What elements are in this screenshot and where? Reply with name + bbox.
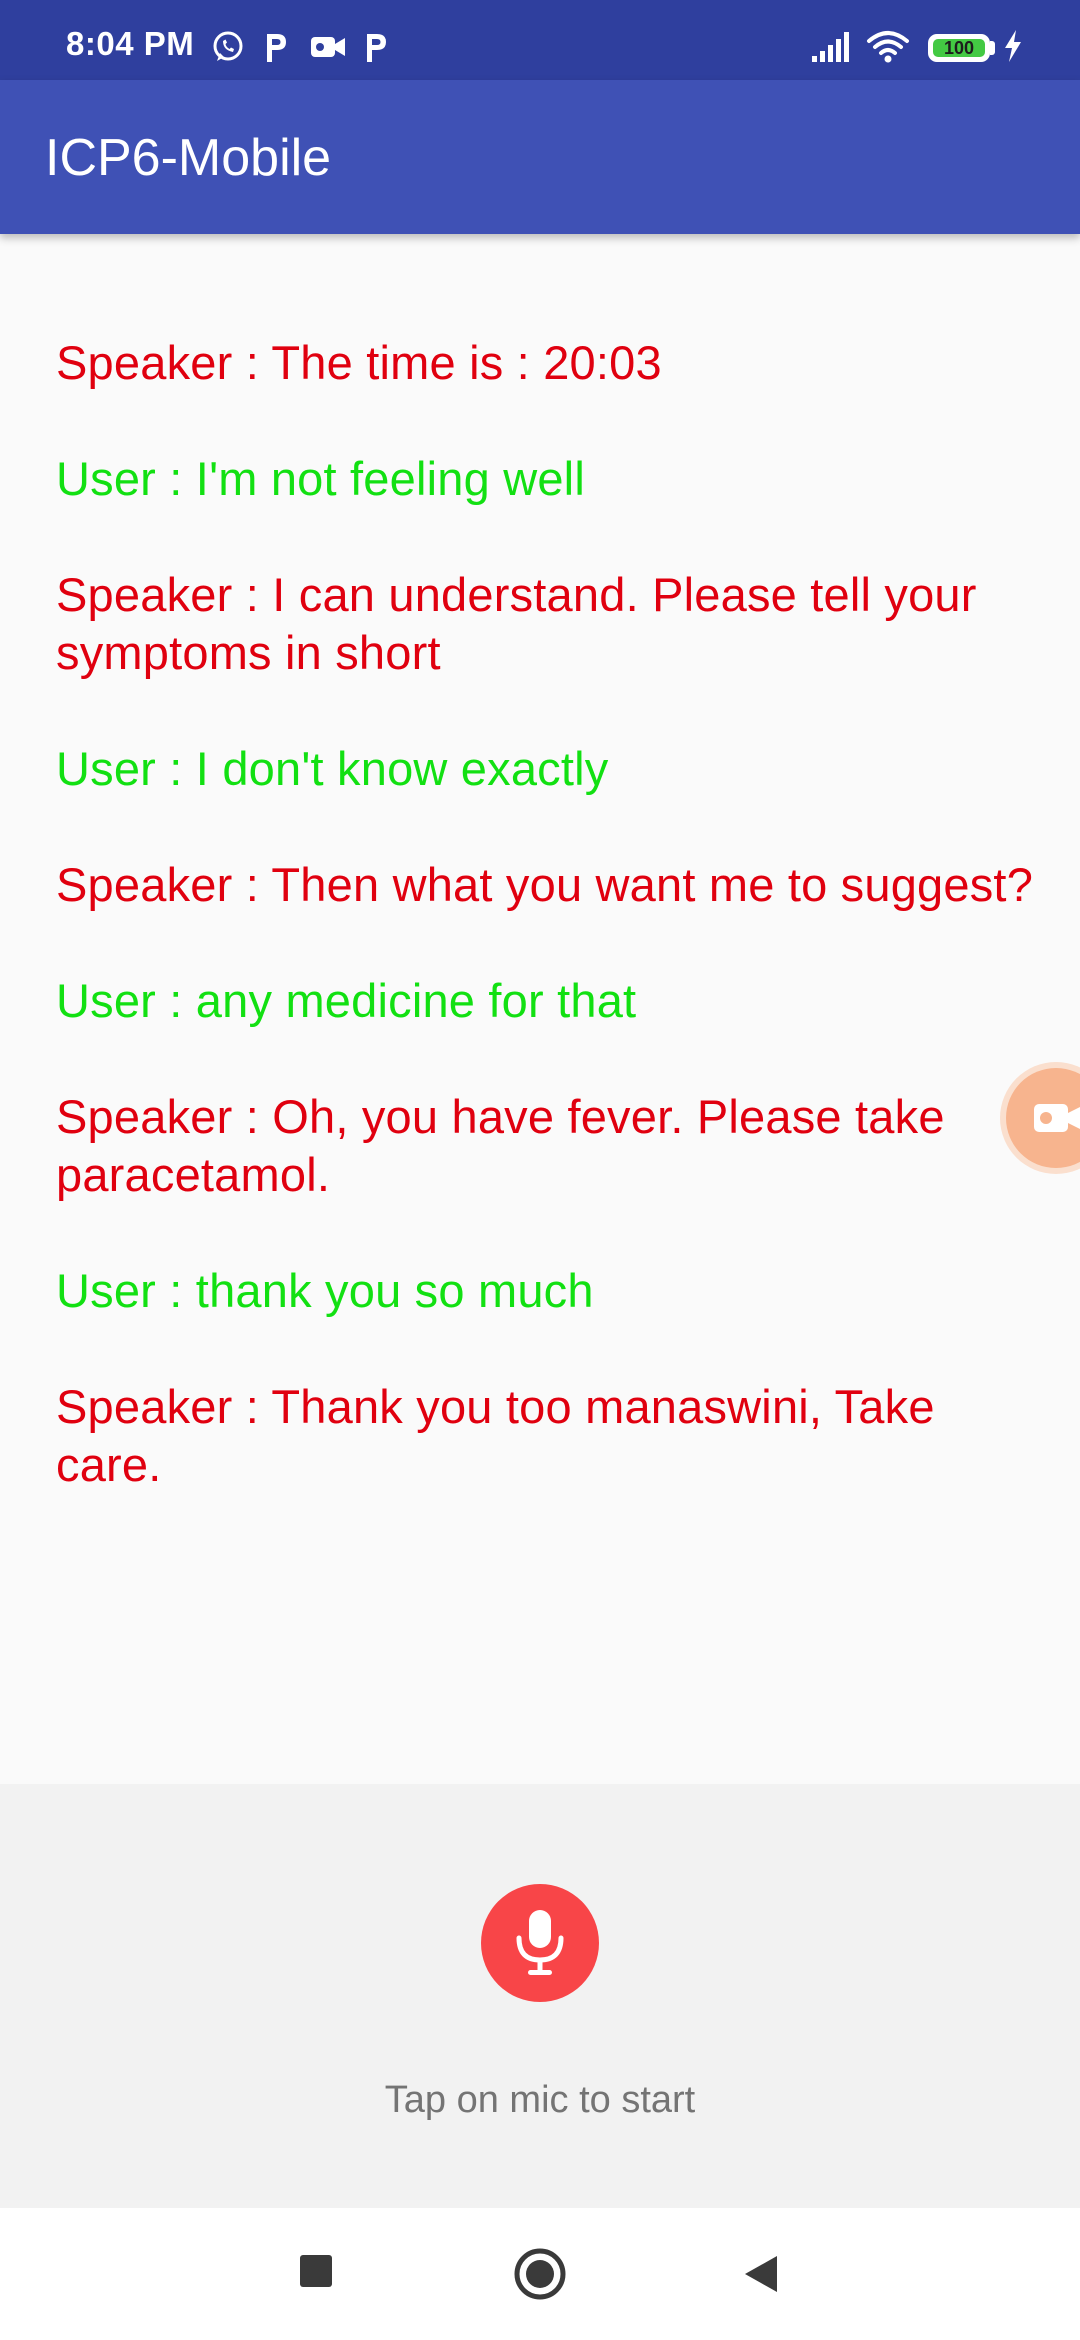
video-camera-icon: [1034, 1104, 1080, 1132]
user-message: User : I'm not feeling well: [56, 452, 585, 505]
whatsapp-icon: [213, 31, 243, 61]
signal-icon: [812, 32, 849, 62]
app-bar: ICP6-Mobile: [0, 80, 1080, 234]
recents-button[interactable]: [255, 2208, 375, 2340]
conversation-log: Speaker : The time is : 20:03 User : I'm…: [56, 334, 1036, 1552]
user-message: User : any medicine for that: [56, 974, 637, 1027]
status-bar: 8:04 PM 100: [0, 0, 1080, 80]
app-title: ICP6-Mobile: [45, 129, 332, 187]
charging-bolt-icon: [1005, 30, 1021, 62]
battery-level: 100: [933, 39, 985, 57]
microphone-icon: [516, 1910, 564, 1975]
back-button[interactable]: [700, 2208, 820, 2340]
battery-cap: [990, 41, 995, 55]
p-icon: [267, 34, 286, 62]
navigation-bar: [0, 2208, 1080, 2340]
speaker-message: Speaker : I can understand. Please tell …: [56, 568, 977, 679]
status-time: 8:04 PM: [66, 25, 195, 62]
speaker-message: Speaker : Oh, you have fever. Please tak…: [56, 1090, 945, 1201]
wifi-icon: [867, 31, 909, 63]
back-triangle-icon: [745, 2256, 777, 2292]
speaker-message: Speaker : Thank you too manaswini, Take …: [56, 1380, 935, 1491]
home-circle-icon: [514, 2248, 566, 2300]
recents-square-icon: [300, 2255, 332, 2287]
battery-icon: 100: [928, 34, 990, 62]
video-camera-icon: [311, 37, 345, 57]
user-message: User : I don't know exactly: [56, 742, 609, 795]
mic-panel: Tap on mic to start: [0, 1784, 1080, 2208]
speaker-message: Speaker : Then what you want me to sugge…: [56, 858, 1034, 911]
p-icon: [367, 34, 386, 62]
user-message: User : thank you so much: [56, 1264, 594, 1317]
home-button[interactable]: [480, 2208, 600, 2340]
mic-hint-text: Tap on mic to start: [384, 2079, 696, 2121]
mic-button[interactable]: [481, 1884, 599, 2002]
speaker-message: Speaker : The time is : 20:03: [56, 336, 662, 389]
